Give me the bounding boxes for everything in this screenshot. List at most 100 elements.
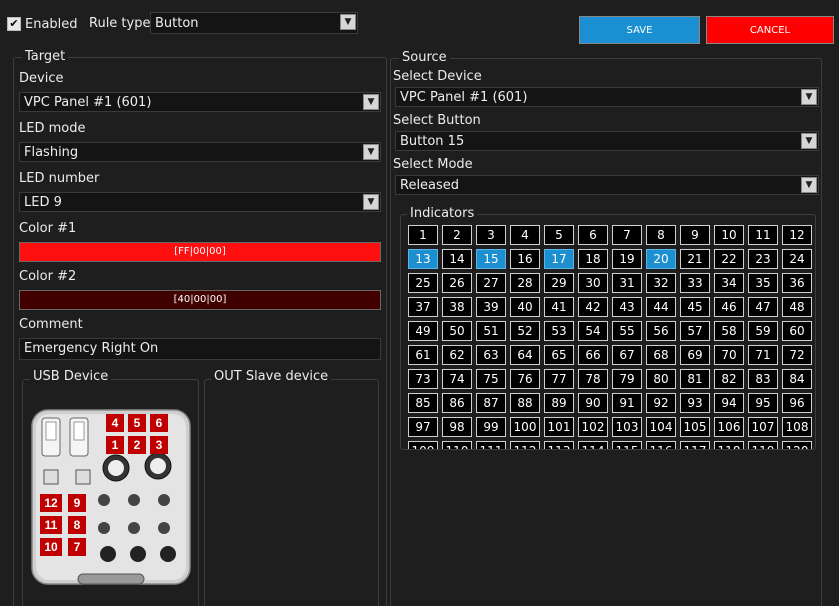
indicator-27: 27	[476, 273, 506, 293]
indicator-60: 60	[782, 321, 812, 341]
indicator-98: 98	[442, 417, 472, 437]
select-device-select[interactable]: VPC Panel #1 (601) ▼	[395, 87, 819, 107]
chevron-down-icon: ▼	[363, 144, 379, 160]
vpc-panel-device-image: 4 5 6 1 2 3 12 9 11 8 10 7	[31, 409, 191, 585]
indicator-96: 96	[782, 393, 812, 413]
save-button[interactable]: SAVE	[579, 16, 700, 44]
indicator-79: 79	[612, 369, 642, 389]
indicator-93: 93	[680, 393, 710, 413]
indicators-legend: Indicators	[407, 206, 478, 221]
indicator-2: 2	[442, 225, 472, 245]
indicator-4: 4	[510, 225, 540, 245]
indicator-12: 12	[782, 225, 812, 245]
indicator-97: 97	[408, 417, 438, 437]
indicator-41: 41	[544, 297, 574, 317]
select-device-label: Select Device	[393, 69, 482, 84]
indicator-11: 11	[748, 225, 778, 245]
chevron-down-icon: ▼	[801, 177, 817, 193]
indicator-106: 106	[714, 417, 744, 437]
indicator-70: 70	[714, 345, 744, 365]
indicator-7: 7	[612, 225, 642, 245]
enabled-label: Enabled	[25, 17, 78, 32]
source-legend: Source	[399, 50, 450, 65]
indicator-83: 83	[748, 369, 778, 389]
indicator-49: 49	[408, 321, 438, 341]
select-mode-label: Select Mode	[393, 157, 473, 172]
usb-device-legend: USB Device	[30, 369, 112, 384]
indicator-110: 110	[442, 441, 472, 449]
indicator-45: 45	[680, 297, 710, 317]
color1-label: Color #1	[19, 221, 77, 236]
indicator-25: 25	[408, 273, 438, 293]
indicator-87: 87	[476, 393, 506, 413]
indicator-47: 47	[748, 297, 778, 317]
rule-type-value: Button	[155, 15, 199, 31]
indicator-21: 21	[680, 249, 710, 269]
indicator-37: 37	[408, 297, 438, 317]
indicator-61: 61	[408, 345, 438, 365]
indicator-64: 64	[510, 345, 540, 365]
indicator-78: 78	[578, 369, 608, 389]
indicator-59: 59	[748, 321, 778, 341]
indicators-grid: 1 2 3 4 5 6 7 8 9 10 11 12 13 14 15 16 17 18 19 20 21 22 23 24 2…	[408, 225, 814, 449]
indicator-95: 95	[748, 393, 778, 413]
indicator-30: 30	[578, 273, 608, 293]
device-label-1: 1	[112, 438, 119, 452]
indicator-115: 115	[612, 441, 642, 449]
indicator-80: 80	[646, 369, 676, 389]
comment-label: Comment	[19, 317, 83, 332]
indicator-52: 52	[510, 321, 540, 341]
enabled-checkbox[interactable]: ✔	[7, 17, 21, 31]
indicator-94: 94	[714, 393, 744, 413]
indicator-54: 54	[578, 321, 608, 341]
chevron-down-icon: ▼	[363, 94, 379, 110]
indicator-36: 36	[782, 273, 812, 293]
indicator-31: 31	[612, 273, 642, 293]
indicator-26: 26	[442, 273, 472, 293]
color1-swatch[interactable]: [FF|00|00]	[19, 242, 381, 262]
indicator-10: 10	[714, 225, 744, 245]
indicator-55: 55	[612, 321, 642, 341]
indicator-118: 118	[714, 441, 744, 449]
indicator-68: 68	[646, 345, 676, 365]
select-button-value: Button 15	[400, 133, 465, 149]
indicator-19: 19	[612, 249, 642, 269]
device-label-5: 5	[134, 416, 141, 430]
device-select[interactable]: VPC Panel #1 (601) ▼	[19, 92, 381, 112]
indicator-66: 66	[578, 345, 608, 365]
device-label-3: 3	[156, 438, 163, 452]
indicator-48: 48	[782, 297, 812, 317]
indicator-113: 113	[544, 441, 574, 449]
color2-swatch[interactable]: [40|00|00]	[19, 290, 381, 310]
cancel-button[interactable]: CANCEL	[706, 16, 834, 44]
indicator-33: 33	[680, 273, 710, 293]
indicator-5: 5	[544, 225, 574, 245]
indicator-81: 81	[680, 369, 710, 389]
device-label-11: 11	[45, 518, 58, 532]
select-button-label: Select Button	[393, 113, 481, 128]
rule-type-select[interactable]: Button ▼	[150, 12, 358, 34]
device-label: Device	[19, 71, 64, 86]
indicator-101: 101	[544, 417, 574, 437]
indicator-62: 62	[442, 345, 472, 365]
indicator-39: 39	[476, 297, 506, 317]
indicator-15: 15	[476, 249, 506, 269]
device-value: VPC Panel #1 (601)	[24, 94, 152, 110]
indicator-46: 46	[714, 297, 744, 317]
comment-input[interactable]: Emergency Right On	[19, 338, 381, 360]
indicator-38: 38	[442, 297, 472, 317]
indicator-16: 16	[510, 249, 540, 269]
led-mode-select[interactable]: Flashing ▼	[19, 142, 381, 162]
led-number-value: LED 9	[24, 194, 62, 210]
indicator-1: 1	[408, 225, 438, 245]
indicator-65: 65	[544, 345, 574, 365]
target-legend: Target	[22, 49, 69, 64]
device-label-7: 7	[74, 540, 81, 554]
indicator-6: 6	[578, 225, 608, 245]
indicator-111: 111	[476, 441, 506, 449]
led-number-select[interactable]: LED 9 ▼	[19, 192, 381, 212]
indicator-32: 32	[646, 273, 676, 293]
indicator-3: 3	[476, 225, 506, 245]
select-button-select[interactable]: Button 15 ▼	[395, 131, 819, 151]
select-mode-select[interactable]: Released ▼	[395, 175, 819, 195]
